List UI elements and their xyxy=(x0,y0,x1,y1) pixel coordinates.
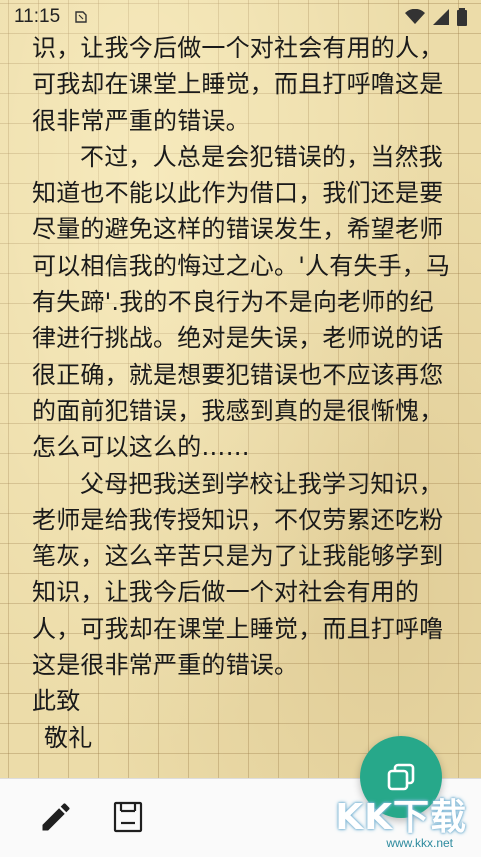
watermark-url: www.kkx.net xyxy=(386,836,453,850)
letter-text[interactable]: 识，让我今后做一个对社会有用的人， 可我却在课堂上睡觉，而且打呼噜这是 很非常严… xyxy=(32,28,452,756)
pencil-icon xyxy=(42,803,70,831)
watermark: KK下载 www.kkx.net xyxy=(335,788,467,850)
signal-icon xyxy=(433,9,449,29)
partial-line: 识，让我今后做一个对社会有用的人， xyxy=(32,34,444,62)
status-bar: 11:15 xyxy=(0,0,481,34)
save-icon xyxy=(113,801,143,833)
paragraph-2: 不过，人总是会犯错误的，当然我知道也不能以此作为借口，我们还是要尽量的避免这样的… xyxy=(32,142,451,462)
letter-line: 可我却在课堂上睡觉，而且打呼噜这是 xyxy=(32,70,444,99)
watermark-logo: KK下载 xyxy=(335,797,467,838)
closing-salutation: 此致 xyxy=(32,687,81,716)
paragraph-3: 父母把我送到学校让我学习知识，老师是给我传授知识，不仅劳累还吃粉笔灰，这么辛苦只… xyxy=(32,469,444,680)
status-time: 11:15 xyxy=(14,6,61,27)
wifi-icon xyxy=(405,8,425,29)
save-button[interactable] xyxy=(108,797,148,837)
battery-icon xyxy=(457,8,467,30)
note-icon xyxy=(74,9,88,23)
edit-button[interactable] xyxy=(36,797,76,837)
letter-line: 很非常严重的错误。 xyxy=(32,106,250,135)
